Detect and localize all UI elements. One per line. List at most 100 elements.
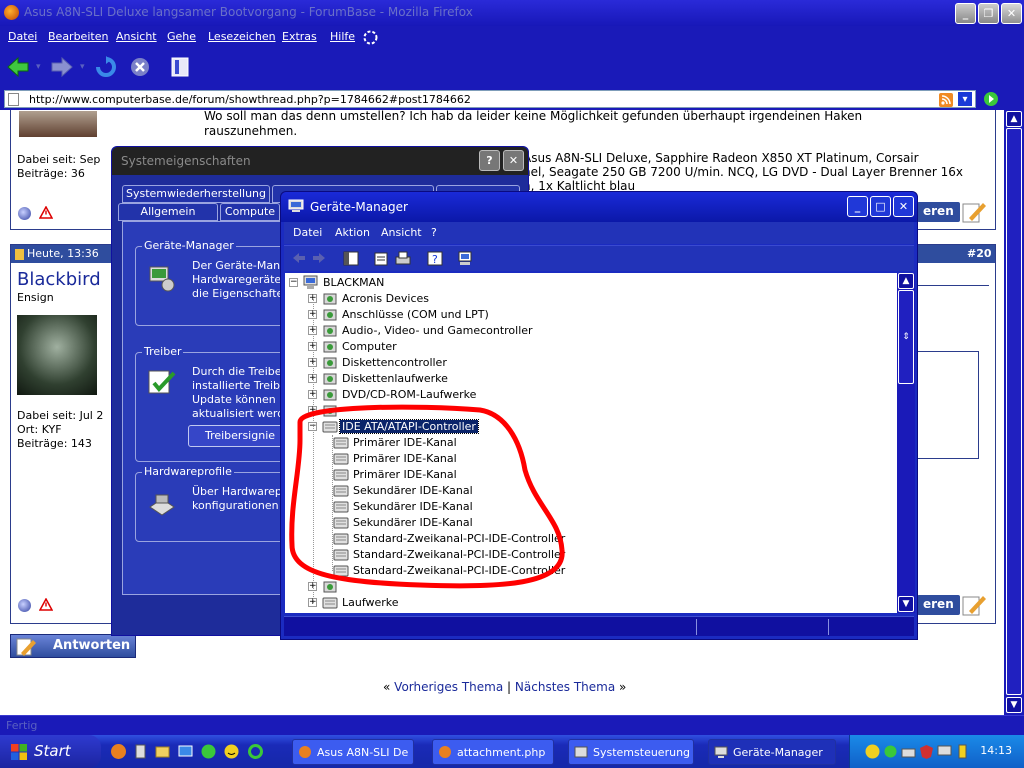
task-device-manager[interactable]: Geräte-Manager bbox=[708, 739, 836, 765]
tree-label: Sekundärer IDE-Kanal bbox=[353, 500, 473, 513]
devmgr-minimize-button[interactable]: _ bbox=[847, 196, 868, 217]
close-button[interactable]: ✕ bbox=[1001, 3, 1022, 24]
bookmarks-sidebar-icon[interactable] bbox=[168, 56, 192, 78]
menu-hilfe[interactable]: Hilfe bbox=[330, 30, 355, 43]
throbber-icon bbox=[363, 30, 378, 45]
scroll-thumb[interactable]: ⇕ bbox=[898, 290, 914, 384]
back-arrow-icon[interactable] bbox=[290, 250, 308, 267]
task-attachment[interactable]: attachment.php ... bbox=[432, 739, 554, 765]
devmgr-maximize-button[interactable]: □ bbox=[870, 196, 891, 217]
url-input[interactable]: http://www.computerbase.de/forum/showthr… bbox=[4, 90, 976, 108]
help-icon[interactable]: ? bbox=[426, 250, 444, 267]
post-1-user-info: Dabei seit: Sep Beiträge: 36 bbox=[17, 153, 100, 181]
quote-button[interactable]: eren bbox=[917, 202, 960, 222]
url-dropdown-icon[interactable]: ▾ bbox=[957, 91, 973, 107]
page-scrollbar[interactable]: ▲ ▼ bbox=[1004, 110, 1024, 715]
restore-button[interactable]: ❐ bbox=[978, 3, 999, 24]
menu-help[interactable]: ? bbox=[431, 226, 437, 239]
forward-dropdown-icon[interactable]: ▾ bbox=[80, 62, 85, 72]
app2-quicklaunch-icon[interactable] bbox=[200, 743, 217, 760]
scroll-down-icon[interactable]: ▼ bbox=[1006, 697, 1022, 713]
tree-label: Audio-, Video- und Gamecontroller bbox=[342, 324, 533, 337]
drive-icon bbox=[333, 533, 349, 545]
group-text: Über Hardwarepro konfigurationen ei bbox=[192, 485, 293, 512]
edit-pencil-icon[interactable] bbox=[961, 200, 987, 224]
report-warning-icon[interactable] bbox=[39, 598, 53, 611]
desktop-quicklaunch-icon[interactable] bbox=[177, 743, 194, 760]
device-tree: − BLACKMAN + Acronis Devices + Anschlüsse (CO… bbox=[285, 273, 897, 613]
post-username[interactable]: Blackbird bbox=[17, 269, 101, 290]
back-dropdown-icon[interactable]: ▾ bbox=[36, 62, 41, 72]
tree-scrollbar[interactable]: ▲ ⇕ ▼ bbox=[897, 273, 915, 613]
post-number[interactable]: #20 bbox=[967, 247, 992, 260]
go-icon[interactable] bbox=[983, 91, 999, 107]
report-warning-icon[interactable] bbox=[39, 206, 53, 219]
app-quicklaunch-icon[interactable] bbox=[132, 743, 149, 760]
scroll-thumb[interactable] bbox=[1006, 128, 1022, 695]
print-icon[interactable] bbox=[394, 250, 412, 267]
menu-datei[interactable]: Datei bbox=[8, 30, 37, 43]
group-legend: Hardwareprofile bbox=[142, 465, 234, 478]
stop-icon[interactable] bbox=[128, 56, 152, 78]
properties-icon[interactable] bbox=[372, 250, 390, 267]
devmgr-title: Geräte-Manager bbox=[310, 200, 408, 214]
reply-button[interactable]: Antworten bbox=[10, 634, 136, 658]
tray-flower-icon[interactable] bbox=[882, 743, 899, 760]
tray-battery-icon[interactable] bbox=[954, 743, 971, 760]
tray-security-icon[interactable] bbox=[918, 743, 935, 760]
task-firefox[interactable]: Asus A8N-SLI De... bbox=[292, 739, 414, 765]
task-control-panel[interactable]: Systemsteuerung bbox=[568, 739, 694, 765]
firefox-quicklaunch-icon[interactable] bbox=[110, 743, 127, 760]
scroll-down-icon[interactable]: ▼ bbox=[898, 596, 914, 612]
user-posts: Beiträge: 143 bbox=[17, 437, 92, 450]
device-manager-window: Geräte-Manager _ □ ✕ Datei Aktion Ansich… bbox=[280, 191, 918, 640]
tray-network-icon[interactable] bbox=[900, 743, 917, 760]
rss-feed-icon[interactable] bbox=[939, 93, 953, 107]
tree-guide-line bbox=[313, 299, 314, 603]
menu-bearbeiten[interactable]: Bearbeiten bbox=[48, 30, 108, 43]
devmgr-close-button[interactable]: ✕ bbox=[893, 196, 914, 217]
scan-hardware-icon[interactable] bbox=[456, 250, 474, 267]
drive-icon bbox=[333, 501, 349, 513]
console-tree-icon[interactable] bbox=[342, 250, 360, 267]
tree-label: Diskettenlaufwerke bbox=[342, 372, 448, 385]
prev-thread-link[interactable]: Vorheriges Thema bbox=[394, 680, 503, 694]
quote-button[interactable]: eren bbox=[917, 595, 960, 615]
tree-label: DVD/CD-ROM-Laufwerke bbox=[342, 388, 477, 401]
reload-icon[interactable] bbox=[94, 56, 118, 78]
help-button[interactable]: ? bbox=[479, 150, 500, 171]
tray-monitor-icon[interactable] bbox=[936, 743, 953, 760]
menu-datei[interactable]: Datei bbox=[293, 226, 322, 239]
next-thread-link[interactable]: Nächstes Thema bbox=[515, 680, 615, 694]
smiley-quicklaunch-icon[interactable] bbox=[223, 743, 240, 760]
tab-computername[interactable]: Compute bbox=[220, 203, 280, 221]
menu-aktion[interactable]: Aktion bbox=[335, 226, 370, 239]
start-button[interactable]: Start bbox=[0, 735, 101, 768]
scroll-up-icon[interactable]: ▲ bbox=[1006, 111, 1022, 127]
menu-ansicht[interactable]: Ansicht bbox=[116, 30, 157, 43]
group-text: Der Geräte-Manag Hardwaregeräte a die Ei… bbox=[192, 259, 294, 300]
tray-smiley-icon[interactable] bbox=[864, 743, 881, 760]
forward-arrow-icon[interactable] bbox=[310, 250, 328, 267]
avatar bbox=[17, 315, 97, 395]
menu-ansicht[interactable]: Ansicht bbox=[381, 226, 422, 239]
driver-signing-button[interactable]: Treibersignie bbox=[188, 425, 292, 447]
edit-pencil-icon[interactable] bbox=[961, 593, 987, 617]
menu-lesezeichen[interactable]: Lesezeichen bbox=[208, 30, 276, 43]
minimize-button[interactable]: _ bbox=[955, 3, 976, 24]
tree-guide-line bbox=[332, 435, 333, 571]
post-date: Heute, 13:36 bbox=[27, 247, 99, 260]
back-arrow-icon[interactable] bbox=[6, 56, 30, 78]
menu-extras[interactable]: Extras bbox=[282, 30, 317, 43]
app3-quicklaunch-icon[interactable] bbox=[247, 743, 264, 760]
forward-arrow-icon[interactable] bbox=[50, 56, 74, 78]
tab-systemwiederherstellung[interactable]: Systemwiederherstellung bbox=[122, 185, 270, 203]
address-bar: http://www.computerbase.de/forum/showthr… bbox=[0, 88, 1024, 110]
tab-allgemein[interactable]: Allgemein bbox=[118, 203, 218, 221]
explorer-quicklaunch-icon[interactable] bbox=[154, 743, 171, 760]
dialog-close-button[interactable]: ✕ bbox=[503, 150, 524, 171]
scroll-up-icon[interactable]: ▲ bbox=[898, 273, 914, 289]
collapse-icon[interactable]: − bbox=[289, 278, 298, 287]
menu-gehe[interactable]: Gehe bbox=[167, 30, 196, 43]
nav-right-mark: » bbox=[619, 680, 627, 694]
